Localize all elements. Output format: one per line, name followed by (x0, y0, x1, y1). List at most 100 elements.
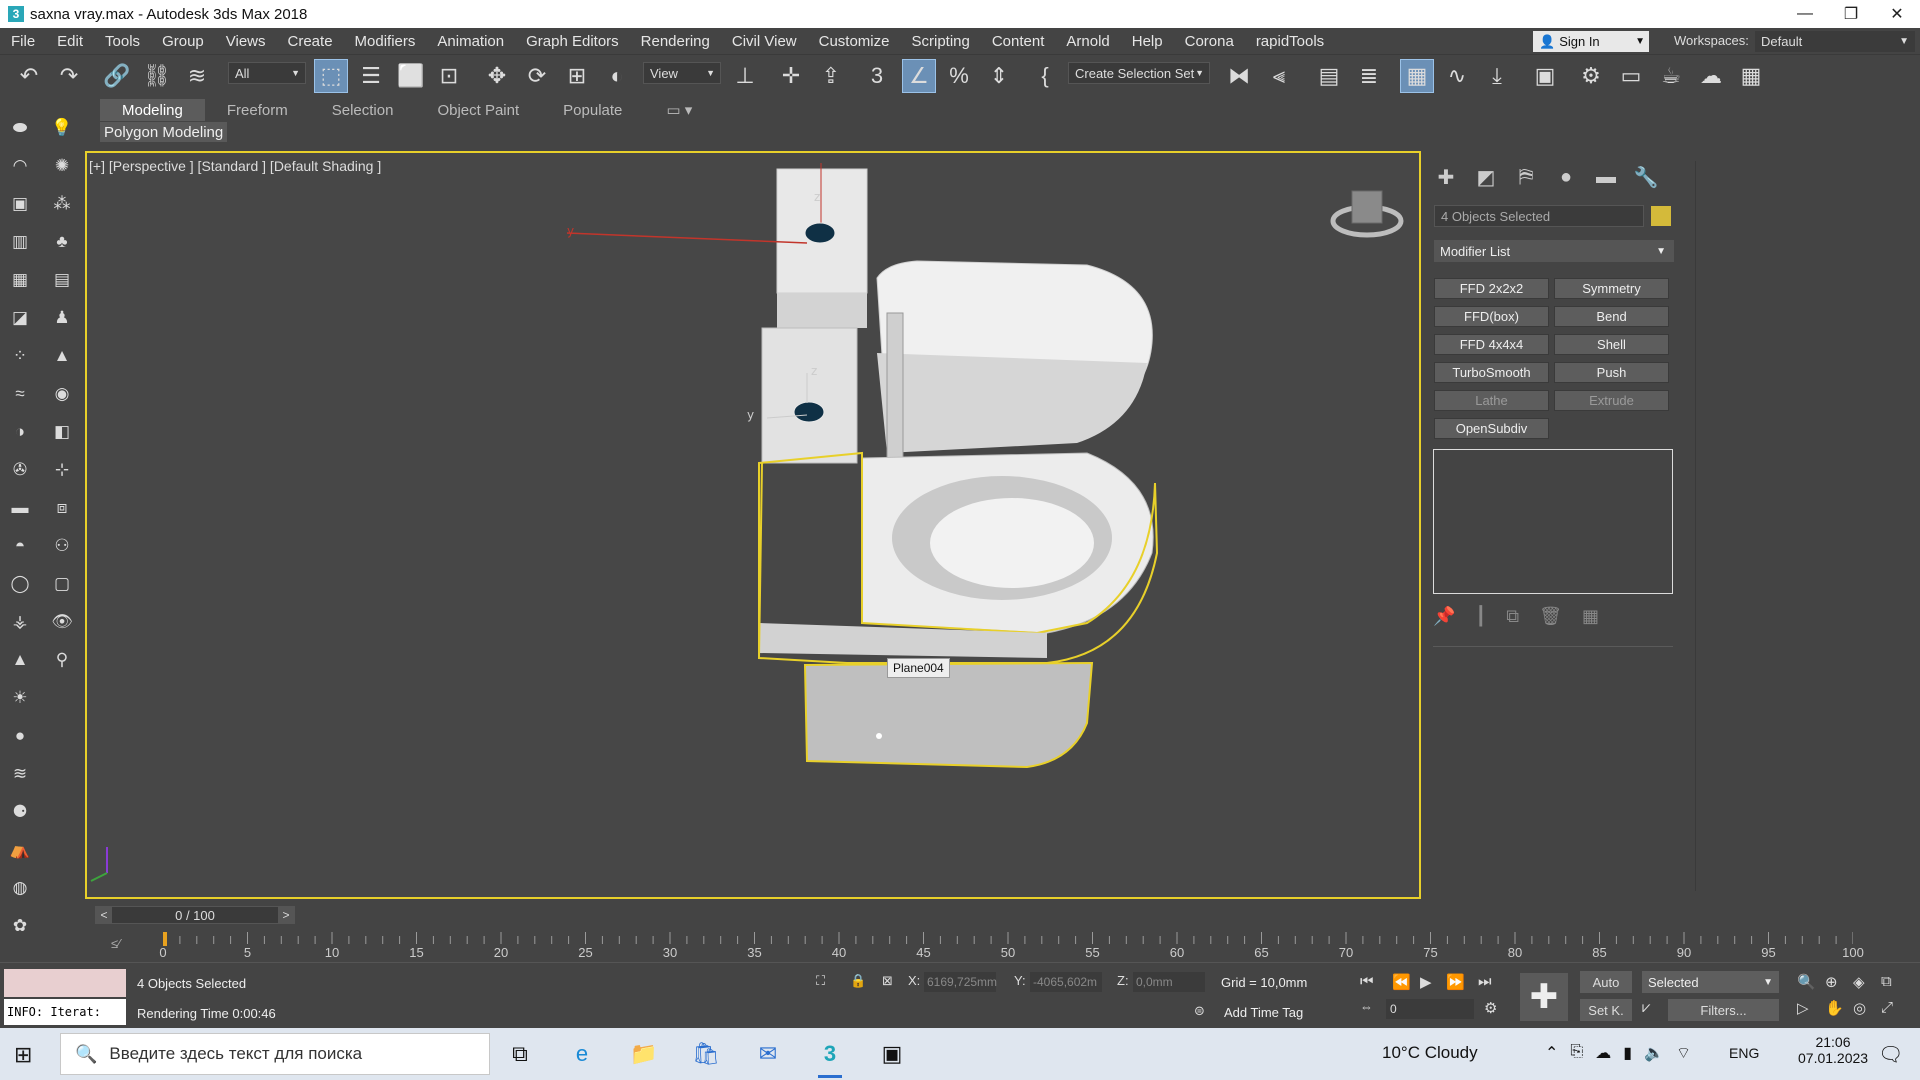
menu-create[interactable]: Create (277, 33, 344, 50)
maximize-viewport-icon[interactable]: ⤢ (1881, 999, 1893, 1016)
image-icon[interactable]: ◪ (8, 306, 32, 330)
clock[interactable]: 21:06 07.01.2023 (1798, 1034, 1868, 1066)
menu-corona[interactable]: Corona (1174, 33, 1245, 50)
camera-icon[interactable]: ▣ (8, 192, 32, 216)
move-tool-icon[interactable]: ⊹ (50, 458, 74, 482)
bulb-icon[interactable]: ⚲ (50, 648, 74, 672)
field-of-view-icon[interactable]: ▷ (1797, 999, 1809, 1017)
minimize-button[interactable]: — (1782, 0, 1828, 28)
lamp-icon[interactable]: ♟ (50, 306, 74, 330)
motion-tab-icon[interactable]: ● (1552, 163, 1580, 191)
window-crossing-icon[interactable]: ⊡ (432, 59, 466, 93)
modifier-bend-button[interactable]: Bend (1554, 306, 1669, 327)
menu-graph-editors[interactable]: Graph Editors (515, 33, 630, 50)
3dsmax-app-icon[interactable]: 3 (8, 6, 24, 22)
menu-help[interactable]: Help (1121, 33, 1174, 50)
render-production-icon[interactable]: ☕ (1654, 59, 1688, 93)
modifier-opensubdiv-button[interactable]: OpenSubdiv (1434, 418, 1549, 439)
go-to-end-icon[interactable]: ⏭ (1478, 973, 1492, 990)
edge-browser-icon[interactable]: e (562, 1036, 602, 1072)
menu-arnold[interactable]: Arnold (1055, 33, 1120, 50)
modifier-ffd-box-button[interactable]: FFD(box) (1434, 306, 1549, 327)
sun-icon[interactable]: ✺ (50, 154, 74, 178)
rect-icon[interactable]: ▬ (8, 496, 32, 520)
bind-space-warp-icon[interactable]: ≋ (180, 59, 214, 93)
sun-light-icon[interactable]: ☀ (8, 686, 32, 710)
a360-gallery-icon[interactable]: ▦ (1734, 59, 1768, 93)
key-tangent-icon[interactable]: ⩗ (1642, 999, 1650, 1016)
zoom-extents-all-icon[interactable]: ⧉ (1881, 973, 1892, 990)
modifier-list-dropdown[interactable]: Modifier List ▼ (1434, 240, 1674, 262)
helpers-icon[interactable]: ▥ (8, 230, 32, 254)
plant-icon[interactable]: ✿ (8, 914, 32, 938)
redo-icon[interactable]: ↷ (52, 59, 86, 93)
selection-filter-dropdown[interactable]: All ▼ (228, 62, 306, 84)
modifier-ffd-2x2x2-button[interactable]: FFD 2x2x2 (1434, 278, 1549, 299)
menu-content[interactable]: Content (981, 33, 1056, 50)
angle-snap-icon[interactable]: ∠ (902, 59, 936, 93)
perspective-viewport[interactable]: [+] [Perspective ] [Standard ] [Default … (85, 151, 1421, 899)
tent-icon[interactable]: ⛺ (8, 838, 32, 862)
configure-modifier-sets-icon[interactable]: ▦ (1582, 606, 1599, 627)
curve-editor-mini-icon[interactable]: ≤∕ (111, 936, 120, 951)
object-color-swatch[interactable] (1651, 206, 1671, 226)
ribbon-toggle-icon[interactable]: ▦ (1400, 59, 1434, 93)
go-to-start-icon[interactable]: ⏮ (1360, 973, 1374, 990)
scene-explorer-icon[interactable]: ▤ (1312, 59, 1346, 93)
snaps-toggle-icon[interactable]: 3 (860, 59, 894, 93)
absolute-mode-icon[interactable]: ⊠ (882, 973, 893, 989)
previous-frame-icon[interactable]: ⏪ (1392, 973, 1411, 991)
current-frame-field[interactable]: 0 (1386, 999, 1474, 1019)
file-explorer-icon[interactable]: 📁 (624, 1036, 664, 1072)
tree-icon[interactable]: ♣ (50, 230, 74, 254)
light-icon[interactable]: 💡 (50, 116, 74, 140)
set-key-icon[interactable]: ✚ (1520, 973, 1568, 1021)
film-icon[interactable]: ✇ (8, 458, 32, 482)
menu-edit[interactable]: Edit (46, 33, 94, 50)
fan-icon[interactable]: ⚶ (8, 610, 32, 634)
ribbon-sub-panel[interactable]: Polygon Modeling (100, 122, 228, 142)
hair-icon[interactable]: ≈ (8, 382, 32, 406)
modifier-ffd-4x4x4-button[interactable]: FFD 4x4x4 (1434, 334, 1549, 355)
sign-in-dropdown[interactable]: 👤 Sign In ▼ (1533, 31, 1649, 52)
tab-modeling[interactable]: Modeling (100, 99, 205, 121)
battery-icon[interactable]: ▮ (1623, 1043, 1632, 1063)
wifi-icon[interactable]: ⌔ (1676, 1043, 1691, 1063)
language-indicator[interactable]: ENG (1729, 1045, 1759, 1061)
time-slider[interactable]: < 0 / 100 > (95, 906, 295, 924)
time-slider-next-button[interactable]: > (278, 907, 294, 923)
waves-icon[interactable]: ≋ (8, 762, 32, 786)
menu-group[interactable]: Group (151, 33, 215, 50)
notifications-icon[interactable]: 🗨 (1878, 1042, 1903, 1067)
menu-scripting[interactable]: Scripting (900, 33, 980, 50)
link-icon[interactable]: 🔗 (100, 59, 134, 93)
particles-icon[interactable]: ⁘ (8, 344, 32, 368)
taskbar-search-box[interactable]: 🔍 Введите здесь текст для поиска (60, 1033, 490, 1075)
list-icon[interactable]: ▤ (50, 268, 74, 292)
volume-icon[interactable]: 🔈 (1644, 1043, 1664, 1063)
hierarchy-tab-icon[interactable]: ⛿ (1512, 163, 1540, 191)
y-coordinate-field[interactable]: -4065,602m (1030, 972, 1102, 992)
zoom-extents-icon[interactable]: ◈ (1853, 973, 1865, 991)
geometry-icon[interactable]: ⬬ (8, 116, 32, 140)
display-tab-icon[interactable]: ▬ (1592, 163, 1620, 191)
move-icon[interactable]: ✥ (480, 59, 514, 93)
modifier-push-button[interactable]: Push (1554, 362, 1669, 383)
select-manipulate-icon[interactable]: ✛ (774, 59, 808, 93)
maxscript-output[interactable]: INFO: Iterat: (4, 999, 126, 1025)
maximize-button[interactable]: ❐ (1828, 0, 1874, 28)
time-slider-prev-button[interactable]: < (96, 907, 112, 923)
sound-icon[interactable]: ◑ (8, 420, 32, 444)
show-end-result-icon[interactable]: ┃ (1475, 606, 1486, 627)
modifier-stack[interactable] (1433, 449, 1673, 594)
tab-freeform[interactable]: Freeform (205, 99, 310, 121)
select-object-icon[interactable]: ⬚ (314, 59, 348, 93)
maxscript-input[interactable] (4, 969, 126, 997)
render-window-taskbar-icon[interactable]: ▣ (872, 1036, 912, 1072)
panel-scrollbar[interactable] (1695, 161, 1696, 891)
windows-start-icon[interactable]: ⊞ (14, 1042, 32, 1068)
keyboard-shortcut-override-icon[interactable]: ⇪ (814, 59, 848, 93)
sphere-light-icon[interactable]: ◉ (50, 382, 74, 406)
rendered-frame-window-icon[interactable]: ▭ (1614, 59, 1648, 93)
circle-light-icon[interactable]: ◯ (8, 572, 32, 596)
